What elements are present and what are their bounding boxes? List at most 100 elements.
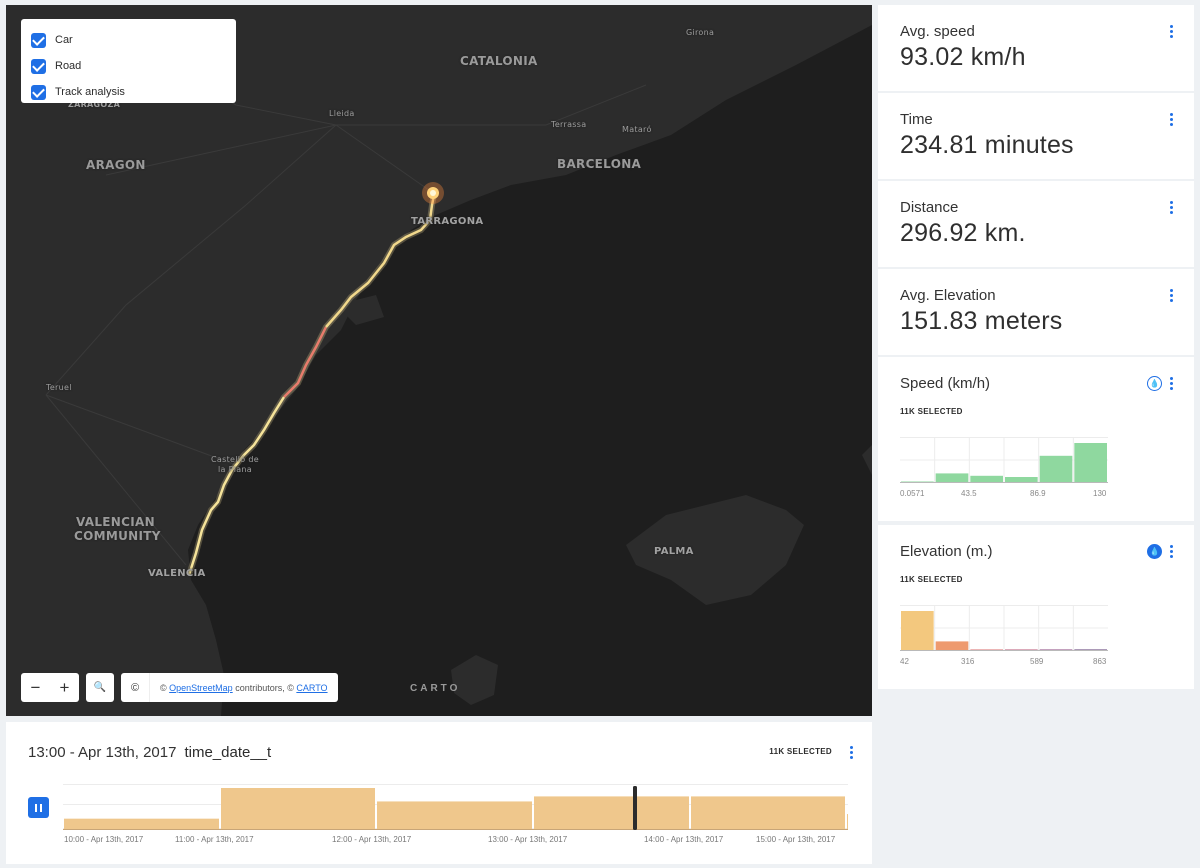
histogram-bar: [970, 475, 1003, 483]
widget-distance: Distance 296.92 km.: [878, 181, 1194, 267]
info-icon[interactable]: ©: [121, 673, 150, 702]
timeline-bar: [221, 788, 375, 830]
widget-avg-speed: Avg. speed 93.02 km/h: [878, 5, 1194, 91]
map-label-teruel: Teruel: [46, 383, 72, 392]
map-label-valencian: VALENCIAN: [76, 515, 155, 529]
map-label-catalonia: CATALONIA: [460, 54, 538, 68]
carto-link[interactable]: CARTO: [296, 683, 327, 693]
attribution-prefix: ©: [160, 682, 167, 693]
layer-label: Car: [55, 34, 73, 46]
widget-title: Avg. speed: [900, 23, 975, 40]
map-label-mataro: Mataró: [622, 125, 652, 134]
histogram-bar: [1074, 443, 1107, 483]
tick-label: 43.5: [961, 489, 977, 498]
tick-label: 130: [1093, 489, 1107, 498]
timeline-header: 13:00 - Apr 13th, 2017 time_date__t: [28, 744, 271, 761]
layer-selector: Car Road Track analysis: [21, 19, 236, 103]
tick-label: 589: [1030, 657, 1044, 666]
time-series-widget: 13:00 - Apr 13th, 2017 time_date__t 11K S…: [6, 722, 872, 864]
widget-avg-elevation: Avg. Elevation 151.83 meters: [878, 269, 1194, 355]
current-time: 13:00 - Apr 13th, 2017: [28, 744, 177, 761]
map-basemap: [6, 5, 872, 716]
widget-value: 296.92 km.: [900, 219, 1026, 247]
tick-label: 42: [900, 657, 909, 666]
map-label-tarragona: TARRAGONA: [411, 216, 484, 227]
more-options-icon[interactable]: [1170, 25, 1174, 39]
timeline-bar: [691, 796, 845, 830]
timeline-tick: 12:00 - Apr 13th, 2017: [332, 835, 412, 844]
histogram-bar: [1039, 455, 1073, 483]
timeline-tick: 10:00 - Apr 13th, 2017: [64, 835, 144, 844]
tick-label: 0.0571: [900, 489, 925, 498]
widget-value: 93.02 km/h: [900, 43, 1026, 71]
more-options-icon[interactable]: [1170, 545, 1174, 559]
layer-label: Track analysis: [55, 86, 125, 98]
column-name: time_date__t: [184, 744, 272, 761]
attribution-text: © OpenStreetMap contributors, © CARTO: [150, 683, 338, 693]
widget-value: 151.83 meters: [900, 307, 1063, 335]
map-label-girona: Girona: [686, 28, 715, 37]
selection-count: 11K SELECTED: [769, 747, 832, 756]
timeline-bar: [377, 801, 532, 830]
histogram-bar: [935, 473, 969, 483]
map-label-community: COMMUNITY: [74, 529, 161, 543]
color-by-icon[interactable]: 💧: [1147, 376, 1162, 391]
timeline-tick: 15:00 - Apr 13th, 2017: [756, 835, 836, 844]
map-label-palma: PALMA: [654, 546, 694, 557]
histogram-bar: [935, 641, 969, 651]
widget-title: Distance: [900, 199, 959, 216]
timeline-bar: [847, 814, 848, 830]
layer-label: Road: [55, 60, 82, 72]
tick-label: 863: [1093, 657, 1107, 666]
map-label-aragon: ARAGON: [86, 158, 146, 172]
widget-title: Avg. Elevation: [900, 287, 996, 304]
selection-count: 11K SELECTED: [900, 575, 963, 584]
map-view[interactable]: CATALONIA ARAGON ZARAGOZA BARCELONA TARR…: [6, 5, 872, 716]
timeline-bar: [64, 818, 219, 830]
checkbox-icon[interactable]: [31, 84, 46, 100]
time-cursor[interactable]: [633, 786, 637, 830]
attribution-middle: contributors, ©: [232, 682, 294, 693]
layer-road[interactable]: Road: [31, 53, 226, 79]
map-label-castello: Castelló de la Plana: [211, 455, 259, 474]
tick-label: 86.9: [1030, 489, 1046, 498]
layer-track-analysis[interactable]: Track analysis: [31, 79, 226, 105]
more-options-icon[interactable]: [1170, 113, 1174, 127]
zoom-out-button[interactable]: −: [21, 673, 50, 702]
widget-speed-histogram: Speed (km/h) 💧 11K SELECTED 0.0571 43.5 …: [878, 357, 1194, 521]
elevation-histogram-chart[interactable]: [900, 605, 1110, 655]
more-options-icon[interactable]: [850, 746, 854, 760]
pause-button[interactable]: [28, 797, 49, 818]
map-label-terrassa: Terrassa: [551, 120, 587, 129]
widget-value: 234.81 minutes: [900, 131, 1074, 159]
speed-histogram-chart[interactable]: [900, 437, 1110, 487]
widget-title: Time: [900, 111, 933, 128]
timeline-tick: 14:00 - Apr 13th, 2017: [644, 835, 724, 844]
more-options-icon[interactable]: [1170, 289, 1174, 303]
zoom-in-button[interactable]: +: [50, 673, 79, 702]
widget-elevation-histogram: Elevation (m.) 💧 11K SELECTED 42 316 589…: [878, 525, 1194, 689]
timeline-tick: 11:00 - Apr 13th, 2017: [175, 835, 254, 844]
zoom-control: − +: [21, 673, 79, 702]
checkbox-icon[interactable]: [31, 58, 46, 74]
more-options-icon[interactable]: [1170, 201, 1174, 215]
carto-logo: CARTO: [410, 683, 461, 694]
search-control: 🔍: [86, 673, 114, 702]
selection-count: 11K SELECTED: [900, 407, 963, 416]
search-icon[interactable]: 🔍: [86, 673, 114, 702]
widget-title: Speed (km/h): [900, 375, 991, 392]
tick-label: 316: [961, 657, 975, 666]
more-options-icon[interactable]: [1170, 377, 1174, 391]
map-label-valencia: VALENCIA: [148, 568, 206, 579]
osm-link[interactable]: OpenStreetMap: [169, 683, 233, 693]
layer-car[interactable]: Car: [31, 27, 226, 53]
map-label-barcelona: BARCELONA: [557, 157, 642, 171]
map-label-lleida: Lleida: [329, 109, 355, 118]
timeline-tick: 13:00 - Apr 13th, 2017: [488, 835, 568, 844]
histogram-bar: [901, 611, 934, 651]
checkbox-icon[interactable]: [31, 32, 46, 48]
color-by-icon[interactable]: 💧: [1147, 544, 1162, 559]
timeline-chart[interactable]: [63, 784, 848, 834]
widget-title: Elevation (m.): [900, 543, 993, 560]
timeline-bar: [534, 796, 689, 830]
